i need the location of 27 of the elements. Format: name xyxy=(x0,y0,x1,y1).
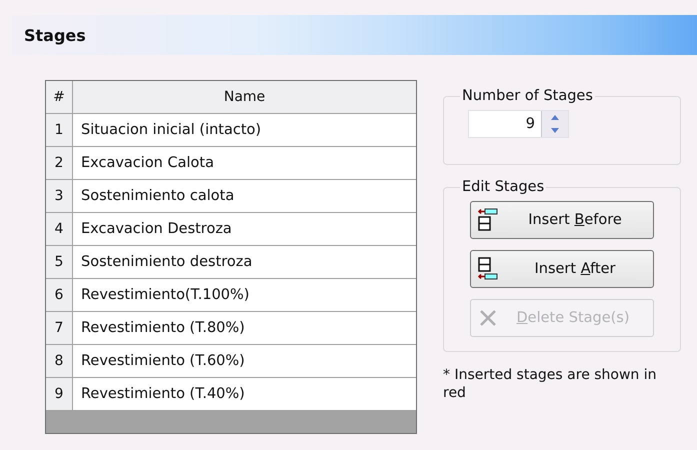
row-number: 3 xyxy=(46,180,73,212)
table-cell[interactable]: Revestimiento (T.80%) xyxy=(73,312,416,344)
row-number: 7 xyxy=(46,312,73,344)
row-number: 4 xyxy=(46,213,73,245)
section-title: Stages xyxy=(24,26,86,44)
row-number: 8 xyxy=(46,345,73,377)
column-header: # xyxy=(46,81,73,113)
insert-after-button[interactable]: Insert After xyxy=(470,250,654,288)
table-cell[interactable]: Excavacion Calota xyxy=(73,147,416,179)
note-text: * Inserted stages are shown in red xyxy=(443,366,658,402)
insert-before-button[interactable]: Insert Before xyxy=(470,201,654,239)
row-number: 9 xyxy=(46,378,73,410)
row-number: 6 xyxy=(46,279,73,311)
row-number: 1 xyxy=(46,114,73,146)
table-cell[interactable]: Sostenimiento destroza xyxy=(73,246,416,278)
group-title: Edit Stages xyxy=(461,179,546,195)
column-header: Name xyxy=(73,81,416,113)
table-cell[interactable]: Situacion inicial (intacto) xyxy=(73,114,416,146)
table-cell[interactable]: Revestimiento(T.100%) xyxy=(73,279,416,311)
table-cell[interactable]: Revestimiento (T.60%) xyxy=(73,345,416,377)
row-number: 2 xyxy=(46,147,73,179)
table-cell[interactable]: Revestimiento (T.40%) xyxy=(73,378,416,410)
table-cell[interactable]: Excavacion Destroza xyxy=(73,213,416,245)
group-title: Number of Stages xyxy=(461,88,594,104)
row-number: 5 xyxy=(46,246,73,278)
number-spinner[interactable]: 9 xyxy=(468,110,569,138)
table-cell[interactable]: Sostenimiento calota xyxy=(73,180,416,212)
